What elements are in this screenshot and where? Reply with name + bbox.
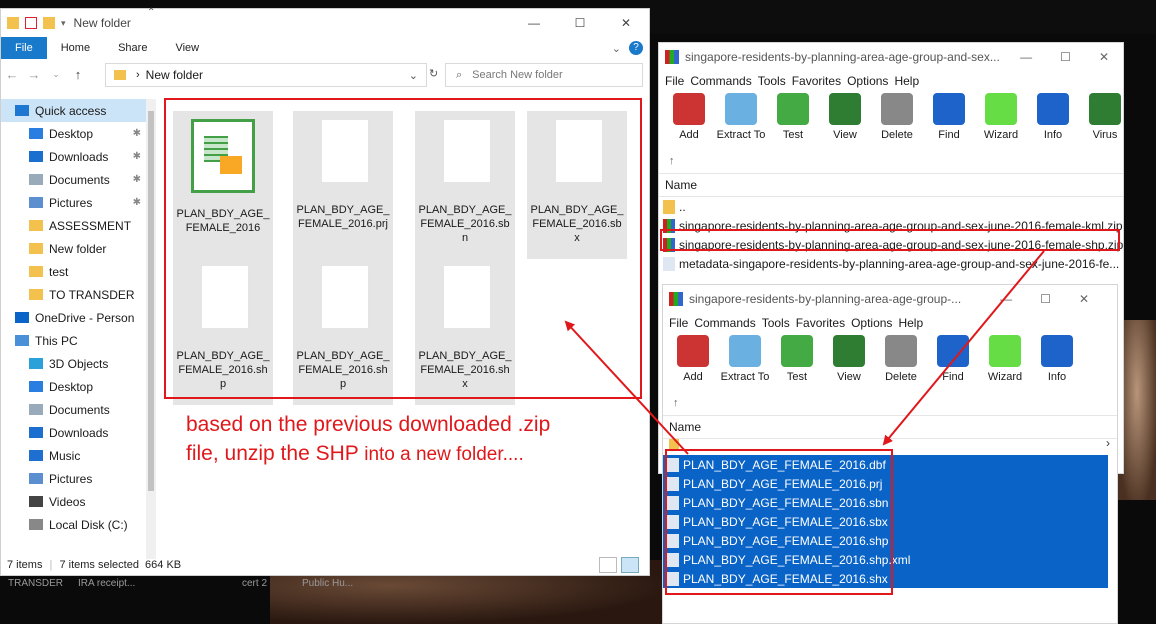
arrow-zip-to-contents [882, 250, 1045, 446]
arrow-extract-to-folder [564, 320, 689, 455]
annotation-arrows [564, 250, 1045, 455]
